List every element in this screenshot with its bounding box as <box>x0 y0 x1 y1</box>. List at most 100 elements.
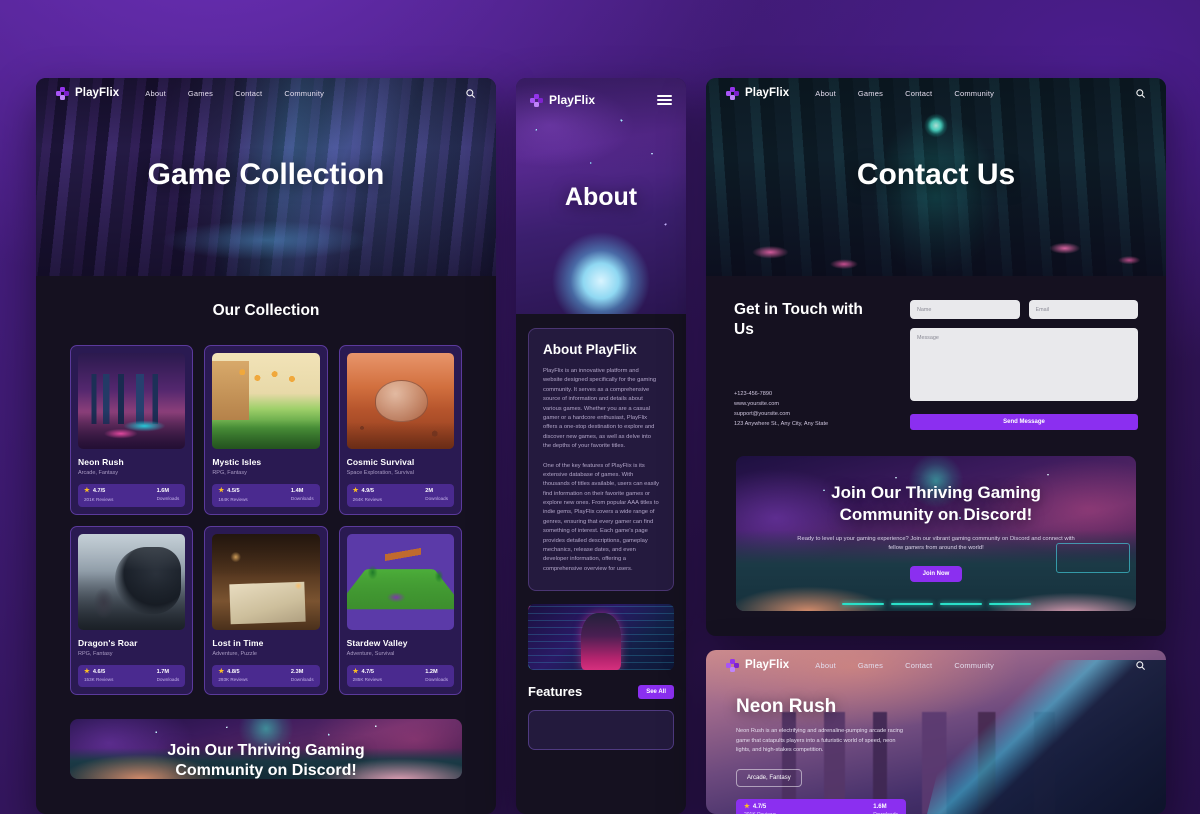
name-input[interactable] <box>910 300 1020 319</box>
send-message-button[interactable]: Send Message <box>910 414 1138 430</box>
feature-card[interactable] <box>528 710 674 751</box>
contact-email[interactable]: support@yoursite.com <box>734 410 884 420</box>
section-title-our-collection: Our Collection <box>212 302 320 319</box>
star-icon: ★ <box>352 487 359 494</box>
nav-link-games[interactable]: Games <box>858 89 883 98</box>
nav-link-contact[interactable]: Contact <box>235 89 262 98</box>
game-card[interactable]: Lost in Time Adventure, Puzzle ★ 4.8/5 29… <box>204 525 328 695</box>
rating-value: 4.5/5 <box>227 488 240 495</box>
about-card: About PlayFlix PlayFlix is an innovative… <box>528 328 674 592</box>
game-title: Dragon's Roar <box>78 637 138 648</box>
search-icon[interactable] <box>1135 88 1146 99</box>
artwork-cosmic-dome <box>346 353 454 449</box>
downloads-label: Downloads <box>156 496 180 501</box>
join-now-button[interactable]: Join Now <box>909 566 963 583</box>
artwork-cyber-character <box>528 604 674 671</box>
contact-left-column: Get in Touch with Us +123-456-7890 www.y… <box>734 300 884 430</box>
game-genres: Arcade, Fantasy <box>78 470 119 476</box>
email-input[interactable] <box>1028 300 1138 319</box>
game-card[interactable]: Mystic Isles RPG, Fantasy ★ 4.5/5 164K Re… <box>204 345 328 515</box>
nav-right <box>1135 660 1146 671</box>
contact-hero: PlayFlix About Games Contact Community C… <box>706 78 1166 276</box>
star-icon: ★ <box>218 667 225 675</box>
about-feature-image <box>528 604 674 671</box>
contact-hero-title: Contact Us <box>856 158 1016 191</box>
see-all-button[interactable]: See All <box>638 684 674 699</box>
nav-link-games[interactable]: Games <box>188 89 213 98</box>
playflix-diamond-logo-icon <box>56 86 69 100</box>
game-title: Neon Rush <box>78 457 124 467</box>
rating-value: 4.7/5 <box>752 804 767 811</box>
search-icon[interactable] <box>1135 660 1146 671</box>
game-card[interactable]: Cosmic Survival Space Exploration, Survi… <box>338 345 462 515</box>
search-icon[interactable] <box>465 88 476 99</box>
detail-game-stats: ★4.7/5 201K Reviews 1.6M Downloads <box>736 798 906 814</box>
nav-link-about[interactable]: About <box>145 89 166 98</box>
contact-website[interactable]: www.yoursite.com <box>734 400 884 410</box>
collection-navbar: PlayFlix About Games Contact Community <box>36 78 496 108</box>
about-paragraph-2: One of the key features of PlayFlix is i… <box>543 462 660 572</box>
game-genres: Space Exploration, Survival <box>346 470 414 476</box>
brand-name: PlayFlix <box>745 659 790 671</box>
genre-tag-button[interactable]: Arcade, Fantasy <box>736 768 802 787</box>
nav-link-about[interactable]: About <box>815 89 836 98</box>
game-title: Mystic Isles <box>212 457 262 467</box>
nav-link-community[interactable]: Community <box>284 89 324 98</box>
discord-content: Join Our Thriving Gaming Community on Di… <box>70 719 462 779</box>
nav-links: About Games Contact Community <box>145 89 324 98</box>
rating-block: ★ 4.9/5 264K Reviews <box>352 487 383 502</box>
collection-body: Our Collection Neon Rush Arcade, Fantasy… <box>36 276 496 779</box>
panel-contact-us: PlayFlix About Games Contact Community C… <box>706 78 1166 636</box>
about-navbar: PlayFlix <box>516 78 686 122</box>
star-icon: ★ <box>84 487 90 494</box>
downloads-value: 1.2M <box>425 668 438 675</box>
discord-body: Ready to level up your gaming experience… <box>797 535 1075 552</box>
downloads-block: 1.7M Downloads <box>157 669 180 682</box>
downloads-value: 1.7M <box>156 668 170 675</box>
nav-links: About Games Contact Community <box>815 661 994 670</box>
hud-panel-decoration <box>1056 542 1130 573</box>
game-genres: Adventure, Survival <box>346 650 395 657</box>
downloads-block: 1.6M Downloads <box>157 488 180 501</box>
detail-description: Neon Rush is an electrifying and adrenal… <box>736 728 903 754</box>
rating-value: 4.9/5 <box>361 488 374 495</box>
collection-hero: PlayFlix About Games Contact Community G… <box>36 78 496 276</box>
nav-link-contact[interactable]: Contact <box>905 661 932 670</box>
artwork-dragon-knight <box>78 533 186 630</box>
discord-banner-cropped[interactable]: Join Our Thriving Gaming Community on Di… <box>70 719 462 779</box>
game-thumbnail <box>212 353 320 449</box>
hamburger-menu-icon[interactable] <box>657 94 672 106</box>
message-textarea[interactable] <box>910 328 1138 401</box>
brand-logo[interactable]: PlayFlix <box>530 93 595 107</box>
game-title: Cosmic Survival <box>346 457 415 467</box>
rating-block: ★4.7/5 201K Reviews <box>84 487 113 501</box>
game-thumbnail <box>212 533 320 630</box>
nav-link-games[interactable]: Games <box>858 661 883 670</box>
game-card-grid: Neon Rush Arcade, Fantasy ★ 4.7/5 201K Re… <box>70 345 462 695</box>
nav-right <box>465 88 476 99</box>
discord-heading: Join Our Thriving Gaming Community on Di… <box>831 483 1041 524</box>
nav-link-contact[interactable]: Contact <box>905 89 932 98</box>
panel-game-collection: PlayFlix About Games Contact Community G… <box>36 78 496 814</box>
brand-logo[interactable]: PlayFlix <box>56 86 119 100</box>
rating-block: ★ 4.6/5 153K Reviews <box>84 668 113 682</box>
brand-logo[interactable]: PlayFlix <box>726 658 790 672</box>
brand-logo[interactable]: PlayFlix <box>726 86 789 100</box>
game-card[interactable]: Neon Rush Arcade, Fantasy ★ 4.7/5 201K Re… <box>70 345 194 515</box>
game-card[interactable]: Stardew Valley Adventure, Survival ★ 4.7/… <box>338 525 462 695</box>
game-stats: ★ 4.7/5 285K Reviews 1.2M Downloads <box>346 664 454 687</box>
about-paragraph-1: PlayFlix is an innovative platform and w… <box>543 368 657 450</box>
game-card[interactable]: Dragon's Roar RPG, Fantasy ★ 4.6/5 153K R… <box>70 525 194 695</box>
contact-phone: +123-456-7890 <box>734 390 773 397</box>
reviews-count: 264K Reviews <box>352 496 383 502</box>
nav-link-about[interactable]: About <box>815 661 836 670</box>
contact-heading: Get in Touch with Us <box>734 301 863 338</box>
star-icon: ★ <box>352 667 359 675</box>
about-hero-title: About <box>564 183 638 211</box>
nav-link-community[interactable]: Community <box>954 89 994 98</box>
discord-banner[interactable]: Join Our Thriving Gaming Community on Di… <box>736 456 1136 611</box>
nav-link-community[interactable]: Community <box>954 661 994 670</box>
game-thumbnail <box>78 533 186 630</box>
detail-navbar: PlayFlix About Games Contact Community <box>706 650 1166 680</box>
rating-block: ★ 4.5/5 164K Reviews <box>218 487 247 501</box>
